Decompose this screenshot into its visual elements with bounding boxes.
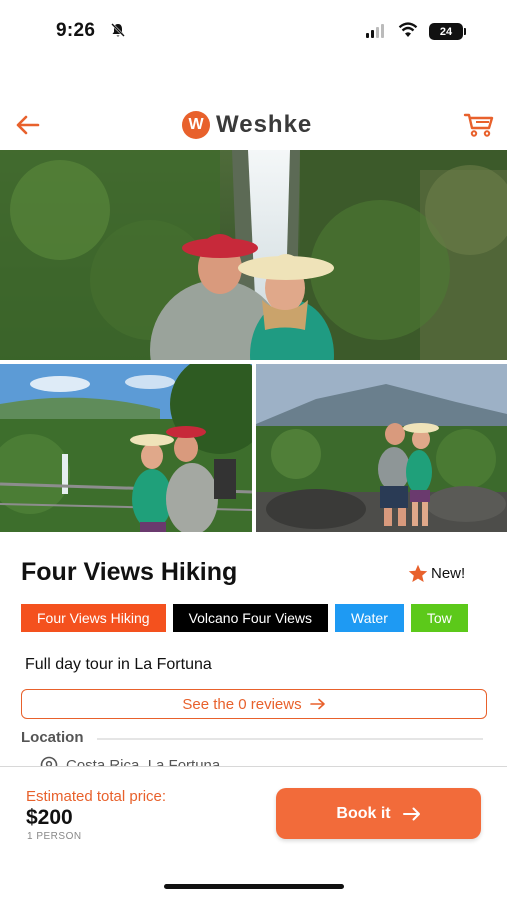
back-button[interactable] <box>14 112 42 138</box>
battery-indicator: 24 <box>429 23 463 40</box>
waterfall-couple-photo[interactable] <box>0 150 507 360</box>
star-icon <box>408 564 428 582</box>
section-divider <box>97 738 483 740</box>
cellular-signal-icon <box>366 24 384 38</box>
new-badge: New! <box>408 564 465 583</box>
location-section-label: Location <box>21 729 84 746</box>
app-header: W Weshke <box>0 100 507 148</box>
status-bar: 9:26 24 <box>0 0 507 60</box>
tag-chip[interactable]: Tow <box>410 604 468 632</box>
lookout-couple-photo[interactable] <box>0 364 252 532</box>
brand-mark-icon: W <box>182 111 210 139</box>
see-reviews-button[interactable]: See the 0 reviews <box>21 689 487 719</box>
wifi-icon <box>398 22 418 43</box>
volcano-couple-photo[interactable] <box>256 364 507 532</box>
tag-chip[interactable]: Four Views Hiking <box>21 604 166 632</box>
booking-bar-divider <box>0 766 507 767</box>
book-button[interactable]: Book it <box>276 788 481 839</box>
book-button-label: Book it <box>336 804 391 822</box>
tour-title: Four Views Hiking <box>21 558 238 586</box>
tour-subtitle: Full day tour in La Fortuna <box>25 656 212 673</box>
tag-chip[interactable]: Water <box>335 604 404 632</box>
arrow-left-icon <box>16 115 40 135</box>
see-reviews-label: See the 0 reviews <box>182 695 302 713</box>
status-time: 9:26 <box>56 20 96 41</box>
price-value: $200 <box>26 806 73 829</box>
price-label: Estimated total price: <box>26 788 167 805</box>
arrow-right-icon <box>309 698 325 710</box>
cart-button[interactable] <box>463 112 495 138</box>
brand-logo: W Weshke <box>182 111 312 139</box>
new-badge-label: New! <box>431 565 466 582</box>
price-persons: 1 PERSON <box>27 831 82 842</box>
brand-name: Weshke <box>216 111 313 138</box>
arrow-right-icon <box>402 807 420 820</box>
tag-list[interactable]: Four Views Hiking Volcano Four Views Wat… <box>21 604 487 632</box>
tag-chip[interactable]: Volcano Four Views <box>172 604 329 632</box>
silent-bell-icon <box>110 22 126 43</box>
battery-tip <box>464 28 466 35</box>
cart-icon <box>463 113 494 137</box>
home-indicator[interactable] <box>164 884 344 889</box>
